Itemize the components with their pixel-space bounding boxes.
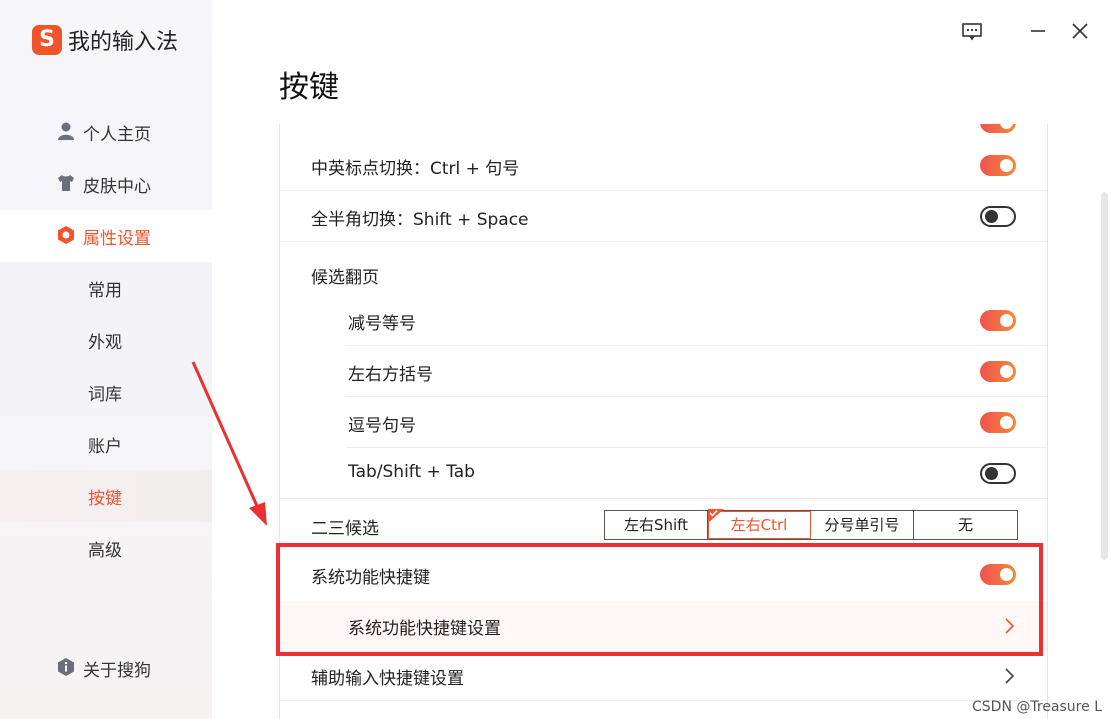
paging-brackets-toggle[interactable] xyxy=(980,361,1016,382)
sidebar-subitem-account[interactable]: 账户 xyxy=(0,418,212,470)
chevron-right-icon xyxy=(1005,618,1015,634)
setting-row-punct-switch: 中英标点切换：Ctrl + 句号 xyxy=(280,141,1047,191)
setting-label: 减号等号 xyxy=(348,314,416,334)
vertical-scrollbar[interactable] xyxy=(1101,192,1108,560)
sidebar: S 我的输入法 个人主页 皮肤中心 属性设置 常用 外观 词库 账户 按键 高级… xyxy=(0,0,212,719)
sogou-logo-icon: S xyxy=(32,25,62,55)
setting-row-sys-shortcut-settings[interactable]: 系统功能快捷键设置 xyxy=(280,601,1047,651)
sidebar-subitem-label: 外观 xyxy=(88,333,122,353)
sidebar-subitem-general[interactable]: 常用 xyxy=(0,262,212,314)
setting-row-paging-brackets: 左右方括号 xyxy=(280,347,1047,397)
watermark: CSDN @Treasure L xyxy=(972,699,1102,715)
setting-label: 全半角切换：Shift + Space xyxy=(311,210,529,230)
sidebar-subitem-appearance[interactable]: 外观 xyxy=(0,314,212,366)
sidebar-item-about[interactable]: 关于搜狗 xyxy=(0,642,212,694)
sidebar-subitem-label: 常用 xyxy=(88,281,122,301)
second-third-segmented-control: 左右Shift 左右Ctrl 分号单引号 无 xyxy=(604,509,1018,540)
setting-row-fullhalf-switch: 全半角切换：Shift + Space xyxy=(280,192,1047,242)
option-semicolon-quote[interactable]: 分号单引号 xyxy=(811,511,914,539)
app-title: 我的输入法 xyxy=(68,30,179,55)
feedback-icon[interactable] xyxy=(959,18,985,44)
close-icon[interactable] xyxy=(1067,18,1093,44)
checkmark-icon xyxy=(708,509,724,523)
sidebar-subitem-label: 词库 xyxy=(88,385,122,405)
setting-header-paging: 候选翻页 xyxy=(280,250,1047,300)
sidebar-item-label: 皮肤中心 xyxy=(83,177,151,197)
setting-label: 二三候选 xyxy=(311,519,379,539)
setting-label: 辅助输入快捷键设置 xyxy=(311,669,464,689)
chevron-right-icon xyxy=(1005,668,1015,684)
page-title: 按键 xyxy=(279,70,339,105)
option-left-right-ctrl[interactable]: 左右Ctrl xyxy=(708,509,811,539)
paging-minus-equal-toggle[interactable] xyxy=(980,310,1016,331)
sidebar-item-label: 个人主页 xyxy=(83,125,151,145)
setting-label: 中英标点切换：Ctrl + 句号 xyxy=(311,159,520,179)
setting-section-label: 候选翻页 xyxy=(311,268,379,288)
setting-label: 系统功能快捷键设置 xyxy=(348,619,501,639)
setting-label: 左右方括号 xyxy=(348,365,433,385)
sidebar-item-label: 属性设置 xyxy=(83,229,151,249)
sys-shortcut-toggle[interactable] xyxy=(980,564,1016,585)
partial-toggle-switch[interactable] xyxy=(980,124,1016,133)
setting-label: 逗号句号 xyxy=(348,416,416,436)
setting-row-sys-shortcut: 系统功能快捷键 xyxy=(280,550,1047,600)
sidebar-subitem-advanced[interactable]: 高级 xyxy=(0,522,212,574)
sidebar-item-settings[interactable]: 属性设置 xyxy=(0,210,212,262)
setting-row-second-third: 二三候选 左右Shift 左右Ctrl 分号单引号 无 xyxy=(280,501,1047,551)
shirt-icon xyxy=(58,175,74,191)
info-icon xyxy=(58,658,74,676)
settings-panel: 中英标点切换：Ctrl + 句号 全半角切换：Shift + Space 候选翻… xyxy=(279,124,1048,719)
hexagon-settings-icon xyxy=(58,226,74,244)
option-label: 左右Ctrl xyxy=(730,516,788,534)
sidebar-subitem-dictionary[interactable]: 词库 xyxy=(0,366,212,418)
option-none[interactable]: 无 xyxy=(914,511,1017,539)
setting-row-aux-shortcut-settings[interactable]: 辅助输入快捷键设置 xyxy=(280,651,1047,701)
fullhalf-switch-toggle[interactable] xyxy=(980,206,1016,227)
setting-row-paging-tab: Tab/Shift + Tab xyxy=(280,449,1047,499)
sidebar-item-profile[interactable]: 个人主页 xyxy=(0,106,212,158)
punct-switch-toggle[interactable] xyxy=(980,155,1016,176)
paging-comma-period-toggle[interactable] xyxy=(980,412,1016,433)
app-logo: S 我的输入法 xyxy=(32,24,178,56)
setting-row-paging-comma-period: 逗号句号 xyxy=(280,398,1047,448)
sidebar-item-skins[interactable]: 皮肤中心 xyxy=(0,158,212,210)
paging-tab-toggle[interactable] xyxy=(980,463,1016,484)
sidebar-subitem-keys[interactable]: 按键 xyxy=(0,470,212,522)
sidebar-subitem-label: 账户 xyxy=(88,437,122,457)
sidebar-subitem-label: 按键 xyxy=(88,489,122,509)
option-left-right-shift[interactable]: 左右Shift xyxy=(605,511,708,539)
setting-label: 系统功能快捷键 xyxy=(311,568,430,588)
setting-row-paging-minus-equal: 减号等号 xyxy=(280,296,1047,346)
sidebar-item-label: 关于搜狗 xyxy=(83,661,151,681)
user-icon xyxy=(58,122,74,140)
setting-label: Tab/Shift + Tab xyxy=(348,462,475,482)
minimize-icon[interactable] xyxy=(1025,18,1051,44)
sidebar-subitem-label: 高级 xyxy=(88,541,122,561)
